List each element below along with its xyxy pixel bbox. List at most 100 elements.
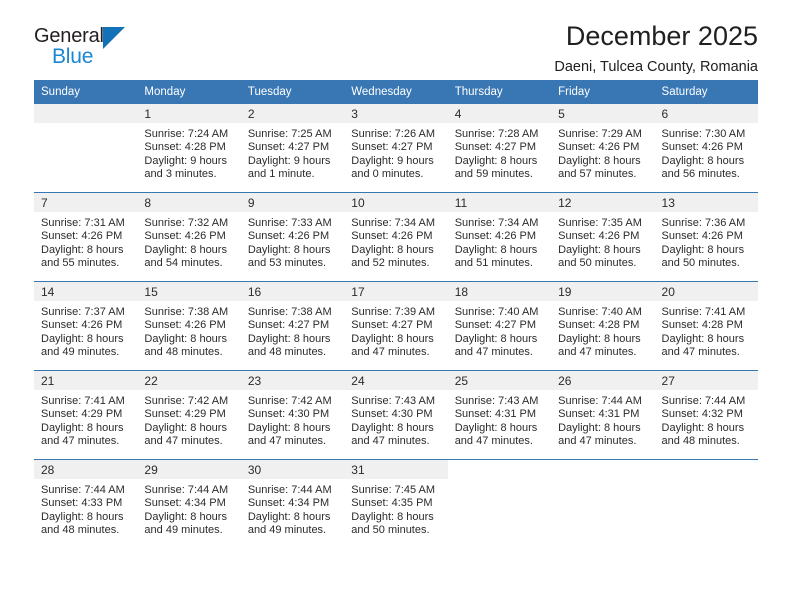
day-info-line: Daylight: 8 hours — [247, 510, 331, 523]
day-info-line: and 49 minutes. — [144, 524, 223, 537]
day-sun-info: Sunrise: 7:41 AM Sunset: 4:29 PM Daylight:… — [34, 390, 137, 449]
calendar-day-cell[interactable]: 21 Sunrise: 7:41 AM Sunset: 4:29 PM Dayligh… — [34, 370, 138, 460]
day-sun-info: Sunrise: 7:34 AM Sunset: 4:26 PM Daylight:… — [448, 212, 551, 271]
day-sun-info: Sunrise: 7:44 AM Sunset: 4:34 PM Daylight:… — [137, 479, 240, 538]
day-info-line: Sunset: 4:26 PM — [558, 230, 640, 243]
day-cell-inner: 22 Sunrise: 7:42 AM Sunset: 4:29 PM Dayligh… — [137, 371, 241, 459]
day-info-line: Sunrise: 7:44 AM — [661, 395, 746, 407]
day-cell-inner: 2 Sunrise: 7:25 AM Sunset: 4:27 PM Daylight… — [240, 104, 345, 192]
logo-triangle-icon — [102, 27, 125, 49]
day-info-line: Sunrise: 7:42 AM — [247, 395, 332, 407]
calendar-day-cell[interactable]: 31 Sunrise: 7:45 AM Sunset: 4:35 PM Dayligh… — [344, 459, 448, 548]
calendar-empty-cell — [551, 459, 655, 548]
day-cell-inner: 6 Sunrise: 7:30 AM Sunset: 4:26 PM Daylight… — [654, 104, 758, 192]
day-info-line: Daylight: 8 hours — [351, 510, 434, 523]
day-info-line: and 0 minutes. — [351, 168, 424, 181]
day-number: 23 — [240, 371, 345, 390]
day-info-line: Sunrise: 7:44 AM — [41, 484, 125, 496]
day-number: 14 — [34, 282, 138, 301]
day-info-line: Daylight: 8 hours — [454, 154, 538, 167]
calendar-day-cell[interactable]: 25 Sunrise: 7:43 AM Sunset: 4:31 PM Dayligh… — [447, 370, 552, 460]
general-blue-logo[interactable]: General Blue — [34, 22, 142, 67]
calendar-day-cell[interactable]: 26 Sunrise: 7:44 AM Sunset: 4:31 PM Dayligh… — [551, 370, 655, 460]
day-sun-info: Sunrise: 7:36 AM Sunset: 4:26 PM Daylight:… — [655, 212, 758, 271]
day-info-line: Daylight: 8 hours — [41, 510, 124, 523]
calendar-day-cell[interactable]: 14 Sunrise: 7:37 AM Sunset: 4:26 PM Dayligh… — [34, 281, 138, 371]
day-sun-info: Sunrise: 7:38 AM Sunset: 4:27 PM Daylight:… — [241, 301, 344, 360]
day-cell-inner: 11 Sunrise: 7:34 AM Sunset: 4:26 PM Dayligh… — [447, 193, 552, 281]
calendar-day-cell[interactable]: 4 Sunrise: 7:28 AM Sunset: 4:27 PM Daylight… — [447, 104, 552, 193]
day-cell-inner: 8 Sunrise: 7:32 AM Sunset: 4:26 PM Daylight… — [137, 193, 241, 281]
calendar-week-row: 1 Sunrise: 7:24 AM Sunset: 4:28 PM Daylight… — [34, 104, 758, 193]
day-info-line: and 1 minute. — [247, 168, 315, 181]
weekday-header-sunday: Sunday — [34, 80, 138, 104]
calendar-day-cell[interactable]: 23 Sunrise: 7:42 AM Sunset: 4:30 PM Dayligh… — [240, 370, 345, 460]
day-cell-inner: 21 Sunrise: 7:41 AM Sunset: 4:29 PM Dayligh… — [34, 371, 138, 459]
day-number: 2 — [240, 104, 345, 123]
day-cell-inner: 4 Sunrise: 7:28 AM Sunset: 4:27 PM Daylight… — [447, 104, 552, 192]
day-info-line: Sunrise: 7:31 AM — [41, 217, 125, 229]
day-info-line: Sunset: 4:28 PM — [661, 319, 743, 332]
day-info-line: and 49 minutes. — [41, 346, 120, 359]
day-info-line: Sunrise: 7:40 AM — [558, 306, 642, 318]
day-info-line: Sunset: 4:27 PM — [247, 141, 330, 154]
day-info-line: Sunrise: 7:24 AM — [144, 128, 229, 140]
day-cell-inner: 9 Sunrise: 7:33 AM Sunset: 4:26 PM Daylight… — [240, 193, 345, 281]
calendar-week-row: 14 Sunrise: 7:37 AM Sunset: 4:26 PM Dayligh… — [34, 281, 758, 371]
calendar-day-cell[interactable]: 17 Sunrise: 7:39 AM Sunset: 4:27 PM Dayligh… — [344, 281, 448, 371]
calendar-page: General Blue December 2025 Daeni, Tulcea… — [0, 0, 792, 612]
day-cell-inner: 7 Sunrise: 7:31 AM Sunset: 4:26 PM Daylight… — [34, 193, 138, 281]
calendar-day-cell[interactable]: 7 Sunrise: 7:31 AM Sunset: 4:26 PM Daylight… — [34, 192, 138, 282]
calendar-day-cell[interactable]: 10 Sunrise: 7:34 AM Sunset: 4:26 PM Dayligh… — [344, 192, 448, 282]
day-info-line: Sunset: 4:26 PM — [661, 141, 743, 154]
day-cell-inner — [551, 460, 654, 548]
day-info-line: and 3 minutes. — [144, 168, 217, 181]
calendar-week-row: 21 Sunrise: 7:41 AM Sunset: 4:29 PM Dayligh… — [34, 370, 758, 460]
day-number: 13 — [654, 193, 758, 212]
day-info-line: and 49 minutes. — [247, 524, 327, 537]
calendar-day-cell[interactable]: 11 Sunrise: 7:34 AM Sunset: 4:26 PM Dayligh… — [447, 192, 552, 282]
day-info-line: Daylight: 8 hours — [144, 332, 227, 345]
calendar-day-cell[interactable]: 29 Sunrise: 7:44 AM Sunset: 4:34 PM Dayligh… — [137, 459, 241, 548]
calendar-day-cell[interactable]: 6 Sunrise: 7:30 AM Sunset: 4:26 PM Daylight… — [654, 104, 758, 193]
day-number: 21 — [34, 371, 138, 390]
calendar-day-cell[interactable]: 2 Sunrise: 7:25 AM Sunset: 4:27 PM Daylight… — [240, 104, 345, 193]
day-info-line: Sunset: 4:26 PM — [41, 319, 123, 332]
day-info-line: and 54 minutes. — [144, 257, 223, 270]
calendar-day-cell[interactable]: 24 Sunrise: 7:43 AM Sunset: 4:30 PM Dayligh… — [344, 370, 448, 460]
calendar-day-cell[interactable]: 3 Sunrise: 7:26 AM Sunset: 4:27 PM Daylight… — [344, 104, 448, 193]
calendar-day-cell[interactable]: 5 Sunrise: 7:29 AM Sunset: 4:26 PM Daylight… — [551, 104, 655, 193]
day-number: 15 — [137, 282, 241, 301]
calendar-day-cell[interactable]: 13 Sunrise: 7:36 AM Sunset: 4:26 PM Dayligh… — [654, 192, 758, 282]
calendar-week-row: 28 Sunrise: 7:44 AM Sunset: 4:33 PM Dayligh… — [34, 459, 758, 548]
calendar-week-row: 7 Sunrise: 7:31 AM Sunset: 4:26 PM Daylight… — [34, 192, 758, 282]
calendar-day-cell[interactable]: 19 Sunrise: 7:40 AM Sunset: 4:28 PM Dayligh… — [551, 281, 655, 371]
day-number: 22 — [137, 371, 241, 390]
day-cell-inner: 12 Sunrise: 7:35 AM Sunset: 4:26 PM Dayligh… — [551, 193, 655, 281]
calendar-day-cell[interactable]: 1 Sunrise: 7:24 AM Sunset: 4:28 PM Daylight… — [137, 104, 241, 193]
calendar-day-cell[interactable]: 9 Sunrise: 7:33 AM Sunset: 4:26 PM Daylight… — [240, 192, 345, 282]
calendar-day-cell[interactable]: 12 Sunrise: 7:35 AM Sunset: 4:26 PM Dayligh… — [551, 192, 655, 282]
day-sun-info — [551, 479, 654, 484]
calendar-day-cell[interactable]: 27 Sunrise: 7:44 AM Sunset: 4:32 PM Dayligh… — [654, 370, 758, 460]
calendar-day-cell[interactable]: 30 Sunrise: 7:44 AM Sunset: 4:34 PM Dayligh… — [240, 459, 345, 548]
day-info-line: and 47 minutes. — [558, 435, 637, 448]
day-number: 8 — [137, 193, 241, 212]
calendar-day-cell[interactable]: 16 Sunrise: 7:38 AM Sunset: 4:27 PM Dayligh… — [240, 281, 345, 371]
calendar-day-cell[interactable]: 22 Sunrise: 7:42 AM Sunset: 4:29 PM Dayligh… — [137, 370, 241, 460]
day-info-line: and 47 minutes. — [351, 346, 430, 359]
day-info-line: Sunset: 4:26 PM — [144, 319, 226, 332]
calendar-day-cell[interactable]: 18 Sunrise: 7:40 AM Sunset: 4:27 PM Dayligh… — [447, 281, 552, 371]
calendar-day-cell[interactable]: 20 Sunrise: 7:41 AM Sunset: 4:28 PM Dayligh… — [654, 281, 758, 371]
calendar-day-cell[interactable]: 15 Sunrise: 7:38 AM Sunset: 4:26 PM Dayligh… — [137, 281, 241, 371]
day-info-line: and 50 minutes. — [661, 257, 740, 270]
calendar-day-cell[interactable]: 28 Sunrise: 7:44 AM Sunset: 4:33 PM Dayligh… — [34, 459, 138, 548]
day-sun-info: Sunrise: 7:43 AM Sunset: 4:30 PM Daylight:… — [344, 390, 447, 449]
day-info-line: Sunset: 4:29 PM — [144, 408, 226, 421]
day-sun-info — [34, 123, 137, 128]
day-sun-info — [655, 479, 758, 484]
day-number: 31 — [344, 460, 448, 479]
day-info-line: Daylight: 8 hours — [454, 421, 538, 434]
calendar-day-cell[interactable]: 8 Sunrise: 7:32 AM Sunset: 4:26 PM Daylight… — [137, 192, 241, 282]
day-info-line: Sunrise: 7:39 AM — [351, 306, 436, 318]
